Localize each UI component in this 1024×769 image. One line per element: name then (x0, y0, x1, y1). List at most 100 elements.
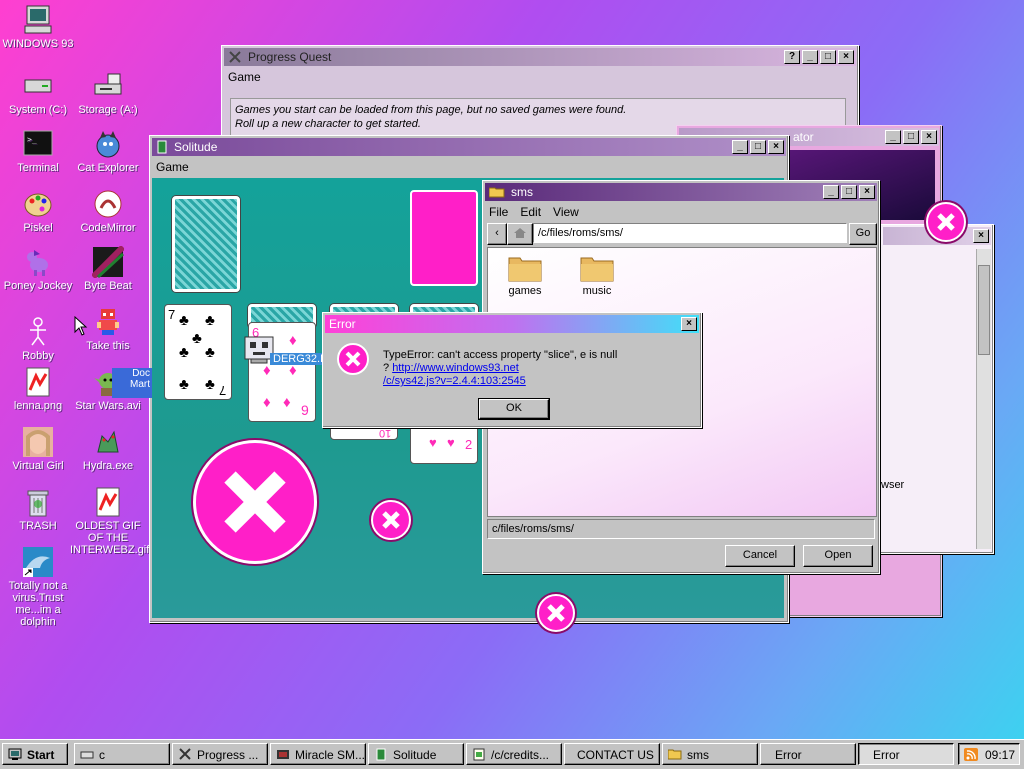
minimize-button[interactable]: _ (732, 140, 748, 154)
taskbar-item-contact-us[interactable]: CONTACT US (564, 743, 660, 765)
taskbar: Start c Progress ... Miracle SM... Solit… (0, 739, 1024, 769)
folder-icon (580, 257, 614, 282)
home-button[interactable] (507, 223, 533, 245)
ok-button[interactable]: OK (478, 398, 550, 420)
taskbar-item-error[interactable]: Error (760, 743, 856, 765)
desktop-icon-piskel[interactable]: Piskel (0, 188, 76, 234)
close-x-icon[interactable] (926, 202, 966, 242)
minimize-button[interactable]: _ (823, 185, 839, 199)
taskbar-item-progress-quest[interactable]: Progress ... (172, 743, 268, 765)
error-titlebar[interactable]: Error × (325, 315, 699, 333)
menu-game[interactable]: Game (156, 160, 189, 174)
desktop-icon-label: Doc Mart (130, 368, 150, 390)
error-dialog[interactable]: Error × TypeError: can't access property… (322, 312, 702, 428)
folder-label: games (508, 285, 542, 297)
desktop-icon-system-c[interactable]: System (C:) (0, 70, 76, 116)
desktop-icon-terminal[interactable]: >_ Terminal (0, 128, 76, 174)
desktop-icon-label: Byte Beat (84, 280, 132, 292)
foundation-slot[interactable] (410, 190, 478, 286)
desktop-icon-robby[interactable]: Robby (0, 316, 76, 362)
maximize-button[interactable]: □ (820, 50, 836, 64)
close-button[interactable]: × (921, 130, 937, 144)
taskbar-item-label: Progress ... (197, 748, 259, 762)
pony-icon (22, 246, 54, 278)
menu-file[interactable]: File (489, 205, 508, 219)
taskbar-item-label: Error (873, 748, 900, 762)
taskbar-item-label: /c/credits... (491, 748, 550, 762)
start-button[interactable]: Start (2, 743, 68, 765)
club-suit-icon: ♣ (179, 344, 189, 361)
menu-view[interactable]: View (553, 205, 579, 219)
desktop-icon-label: WINDOWS 93 (2, 38, 74, 50)
folder-item-music[interactable]: music (572, 254, 622, 297)
desktop-icon-label: Cat Explorer (77, 162, 139, 174)
sms-menubar: File Edit View (483, 203, 879, 221)
desktop-icon-label: System (C:) (8, 104, 68, 116)
stock-pile-card[interactable] (172, 196, 240, 292)
desktop-icon-poney-jockey[interactable]: Poney Jockey (0, 246, 76, 292)
minimize-button[interactable]: _ (802, 50, 818, 64)
club-suit-icon: ♣ (192, 330, 202, 347)
close-x-icon[interactable] (371, 500, 411, 540)
error-link-sys42[interactable]: /c/sys42.js?v=2.4.4:103:2545 (383, 375, 526, 387)
desktop-icon-cat-explorer[interactable]: Cat Explorer (70, 128, 146, 174)
third-window[interactable]: × wser (880, 224, 994, 554)
taskbar-item-miracle-sms[interactable]: Miracle SM... (270, 743, 366, 765)
close-button[interactable]: × (768, 140, 784, 154)
desktop-icon-storage-a[interactable]: Storage (A:) (70, 70, 146, 116)
desktop-icon-label: Hydra.exe (82, 460, 134, 472)
maximize-button[interactable]: □ (903, 130, 919, 144)
floppy-drive-icon (92, 70, 124, 102)
desktop-icon-oldest-gif[interactable]: OLDEST GIF OF THE INTERWEBZ.gif (70, 486, 149, 556)
desktop-icon-virtual-girl[interactable]: Virtual Girl (0, 426, 76, 472)
desktop-icon-label: Totally not a virus.Trust me...im a dolp… (8, 580, 68, 628)
rss-icon[interactable] (964, 748, 978, 761)
go-button[interactable]: Go (849, 223, 877, 245)
cancel-button[interactable]: Cancel (725, 545, 795, 567)
desktop-icon-dolphin[interactable]: Totally not a virus.Trust me...im a dolp… (0, 546, 76, 628)
desktop-icon-lenna[interactable]: lenna.png (0, 366, 76, 412)
solitude-titlebar[interactable]: Solitude _ □ × (152, 138, 786, 156)
folder-item-games[interactable]: games (500, 254, 550, 297)
close-button[interactable]: × (681, 317, 697, 331)
path-input[interactable] (533, 223, 847, 243)
hard-drive-icon (22, 70, 54, 102)
desktop-icon-label: Terminal (17, 162, 59, 174)
progress-quest-titlebar[interactable]: Progress Quest ? _ □ × (224, 48, 856, 66)
desktop-icon-byte-beat[interactable]: Byte Beat (70, 244, 146, 292)
taskbar-item-credits[interactable]: /c/credits... (466, 743, 562, 765)
taskbar-item-c[interactable]: c (74, 743, 170, 765)
desktop-icon-codemirror[interactable]: CodeMirror (70, 188, 146, 234)
solitude-app-icon (156, 140, 168, 154)
close-button[interactable]: × (973, 229, 989, 243)
card-seven-clubs[interactable]: 7 ♣ ♣ ♣ ♣ ♣ ♣ ♣ 7 (164, 304, 232, 400)
error-link-windows93[interactable]: http://www.windows93.net (392, 362, 519, 374)
back-button[interactable]: ‹ (487, 223, 507, 245)
close-x-icon[interactable] (193, 440, 317, 564)
desktop-icon-windows93[interactable]: WINDOWS 93 (0, 4, 76, 50)
menu-edit[interactable]: Edit (520, 205, 541, 219)
desktop-icon-trash[interactable]: TRASH (0, 486, 76, 532)
desktop-icon-label: Poney Jockey (3, 280, 73, 292)
document-icon (473, 748, 485, 761)
taskbar-item-solitude[interactable]: Solitude (368, 743, 464, 765)
scrollbar-thumb[interactable] (978, 265, 990, 355)
desktop-icon-doc-mart[interactable]: Doc Mart (112, 368, 152, 398)
help-button[interactable]: ? (784, 50, 800, 64)
scrollbar[interactable] (976, 249, 991, 549)
open-button[interactable]: Open (803, 545, 873, 567)
maximize-button[interactable]: □ (841, 185, 857, 199)
taskbar-item-label: Error (775, 748, 802, 762)
filename-field[interactable]: c/files/roms/sms/ (487, 519, 875, 539)
sms-titlebar[interactable]: sms _ □ × (485, 183, 877, 201)
desktop-icon-hydra[interactable]: Hydra.exe (70, 426, 146, 472)
folder-icon (488, 186, 505, 198)
close-button[interactable]: × (859, 185, 875, 199)
minimize-button[interactable]: _ (885, 130, 901, 144)
close-x-icon[interactable] (537, 594, 575, 632)
menu-game[interactable]: Game (228, 70, 261, 84)
close-button[interactable]: × (838, 50, 854, 64)
taskbar-item-error-active[interactable]: Error (858, 743, 954, 765)
taskbar-item-sms[interactable]: sms (662, 743, 758, 765)
maximize-button[interactable]: □ (750, 140, 766, 154)
